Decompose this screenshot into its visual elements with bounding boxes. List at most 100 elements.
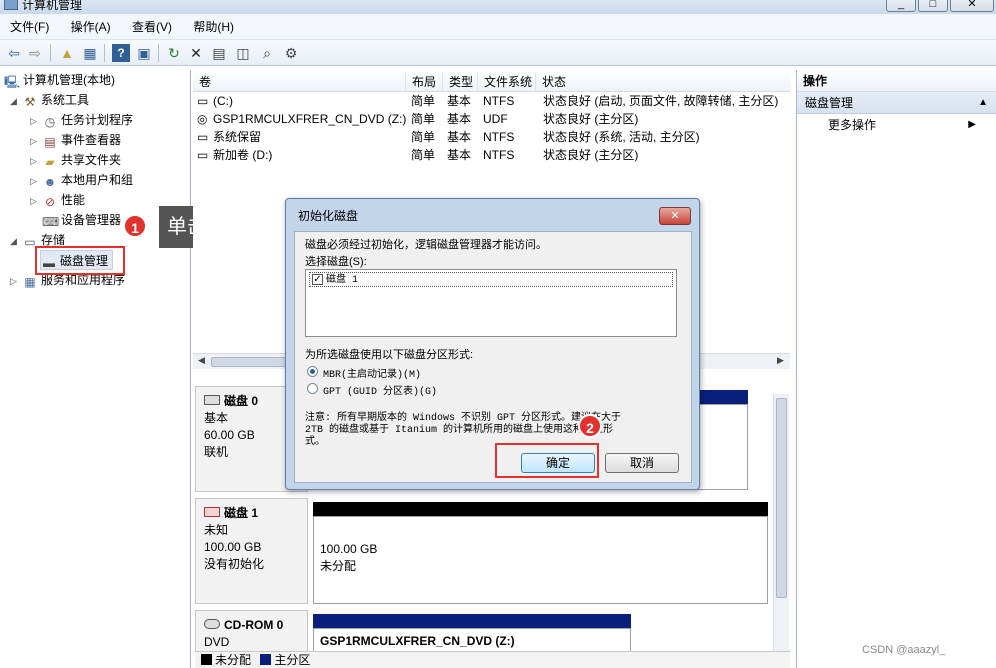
highlight-disk-management [35,246,125,275]
disk-1-partition[interactable]: 100.00 GB 未分配 [313,516,768,604]
disk-list-item[interactable]: ✓ 磁盘 1 [309,272,673,287]
expand-arrow-icon[interactable]: ▷ [30,151,42,171]
column-filesystem[interactable]: 文件系统 [478,72,536,92]
more-actions-item[interactable]: 更多操作 ▶ [797,114,996,136]
volume-name: (C:) [213,94,233,108]
expand-arrow-icon[interactable]: ▷ [30,131,42,151]
tree-item-performance[interactable]: ▷ ⊘ 性能 [30,190,85,210]
table-row[interactable]: ▭ (C:) 简单 基本 NTFS 状态良好 (启动, 页面文件, 故障转储, … [193,92,790,110]
rescan-icon[interactable]: ◫ [234,44,252,62]
table-row[interactable]: ▭ 系统保留 简单 基本 NTFS 状态良好 (系统, 活动, 主分区) [193,128,790,146]
scrollbar-thumb[interactable] [776,398,787,598]
initialize-disk-dialog: 初始化磁盘 ✕ 磁盘必须经过初始化，逻辑磁盘管理器才能访问。 选择磁盘(S): … [285,198,700,490]
settings-icon[interactable]: ⚙ [282,44,300,62]
tree-item-event-viewer[interactable]: ▷ ▤ 事件查看器 [30,130,121,150]
disk-uninitialized-icon [204,507,220,517]
forward-arrow-icon[interactable]: ⇨ [26,44,44,62]
step1-badge: 1 [123,214,147,238]
delete-icon[interactable]: ✕ [187,44,205,62]
show-hide-tree-icon[interactable]: ▦ [81,44,99,62]
disk-icon [204,395,220,405]
table-row[interactable]: ◎ GSP1RMCULXFRER_CN_DVD (Z:) 简单 基本 UDF 状… [193,110,790,128]
scroll-left-arrow-icon[interactable]: ◀ [198,355,205,366]
gpt-label[interactable]: GPT (GUID 分区表)(G) [323,382,437,398]
cdrom-0-partition-strip [313,614,631,628]
volume-type: 基本 [447,94,472,108]
volume-list-header: 卷 布局 类型 文件系统 状态 [193,72,790,92]
toolbar-separator [158,44,159,62]
disk-state: 没有初始化 [204,557,265,571]
tree-item-shared-folders[interactable]: ▷ ▰ 共享文件夹 [30,150,121,170]
volume-fs: NTFS [483,148,515,162]
minimize-button[interactable]: _ [886,0,916,12]
volume-fs: NTFS [483,130,515,144]
gpt-radio[interactable] [307,383,318,394]
collapse-arrow-icon[interactable]: ◢ [10,231,22,251]
mbr-label[interactable]: MBR(主启动记录)(M) [323,365,421,381]
menu-file[interactable]: 文件(F) [0,14,58,40]
volume-status: 状态良好 (系统, 活动, 主分区) [543,130,700,144]
back-arrow-icon[interactable]: ⇦ [5,44,23,62]
volume-name: 系统保留 [213,130,262,144]
dialog-title: 初始化磁盘 [298,209,359,223]
volume-fs: NTFS [483,94,515,108]
vertical-scrollbar[interactable] [773,394,789,668]
mbr-radio[interactable] [307,366,318,377]
menu-view[interactable]: 查看(V) [123,14,181,40]
disk-checkbox[interactable]: ✓ [312,274,323,285]
watermark: CSDN @aaazyl_ [862,644,946,656]
actions-section-disk-management[interactable]: 磁盘管理 ▲ [797,92,996,114]
expand-arrow-icon[interactable]: ▷ [30,111,42,131]
menu-bar: 文件(F) 操作(A) 查看(V) 帮助(H) [0,14,996,40]
tree-item-root[interactable]: 🖳 计算机管理(本地) [4,70,115,90]
cancel-button[interactable]: 取消 [605,453,679,473]
toolbar: ⇦ ⇨ ▲ ▦ ? ▣ ↻ ✕ ▤ ◫ ⌕ ⚙ [0,40,996,66]
dialog-close-button[interactable]: ✕ [659,207,691,225]
disk-listbox[interactable]: ✓ 磁盘 1 [305,269,677,337]
collapse-arrow-icon[interactable]: ◢ [10,91,22,111]
computer-icon: 🖳 [4,75,21,89]
maximize-button[interactable]: □ [918,0,948,12]
show-hide-action-pane-icon[interactable]: ▣ [135,44,153,62]
volume-status: 状态良好 (主分区) [543,112,639,126]
event-viewer-icon: ▤ [44,135,56,149]
properties-icon[interactable]: ▤ [210,44,228,62]
partition-label: GSP1RMCULXFRER_CN_DVD (Z:) [320,634,515,648]
disk-1-label[interactable]: 磁盘 1 未知 100.00 GB 没有初始化 [195,498,308,604]
volume-status: 状态良好 (主分区) [543,148,639,162]
users-icon: ☻ [43,175,57,189]
tree-item-local-users[interactable]: ▷ ☻ 本地用户和组 [30,170,133,190]
expand-arrow-icon[interactable]: ▷ [30,191,42,211]
tree-item-device-manager[interactable]: ⌨ 设备管理器 [42,210,121,230]
menu-action[interactable]: 操作(A) [62,14,120,40]
menu-help[interactable]: 帮助(H) [184,14,243,40]
disk-name: 磁盘 1 [224,506,259,520]
unallocated-swatch [201,654,212,665]
expand-arrow-icon[interactable]: ▷ [30,171,42,191]
column-layout[interactable]: 布局 [406,72,443,92]
disk-kind: 未知 [204,523,229,537]
note-line-3: 式。 [305,437,325,448]
volume-fs: UDF [483,112,508,126]
export-icon[interactable]: ⌕ [258,44,276,62]
close-button[interactable]: ✕ [950,0,994,12]
collapse-up-icon[interactable]: ▲ [978,92,988,114]
scroll-right-arrow-icon[interactable]: ▶ [777,355,784,366]
refresh-icon[interactable]: ↻ [165,44,183,62]
shared-folder-icon: ▰ [45,155,55,169]
column-status[interactable]: 状态 [536,72,790,92]
tree-item-system-tools[interactable]: ◢ ⚒ 系统工具 [10,90,89,110]
highlight-ok-button [495,443,599,478]
partition-size: 100.00 GB [320,542,378,556]
column-type[interactable]: 类型 [443,72,478,92]
step2-badge: 2 [578,414,602,438]
column-volume[interactable]: 卷 [193,72,406,92]
help-icon[interactable]: ? [112,44,130,62]
volume-type: 基本 [447,112,472,126]
navigation-tree: 🖳 计算机管理(本地) ◢ ⚒ 系统工具 ▷ ◷ 任务计划程序 ▷ ▤ 事件查看器 ▷ ▰ 共享文… [0,70,191,668]
up-folder-icon[interactable]: ▲ [58,44,76,62]
tree-item-task-scheduler[interactable]: ▷ ◷ 任务计划程序 [30,110,133,130]
disk-item-label: 磁盘 1 [326,275,359,286]
table-row[interactable]: ▭ 新加卷 (D:) 简单 基本 NTFS 状态良好 (主分区) [193,146,790,164]
expand-arrow-icon[interactable]: ▷ [10,271,22,291]
